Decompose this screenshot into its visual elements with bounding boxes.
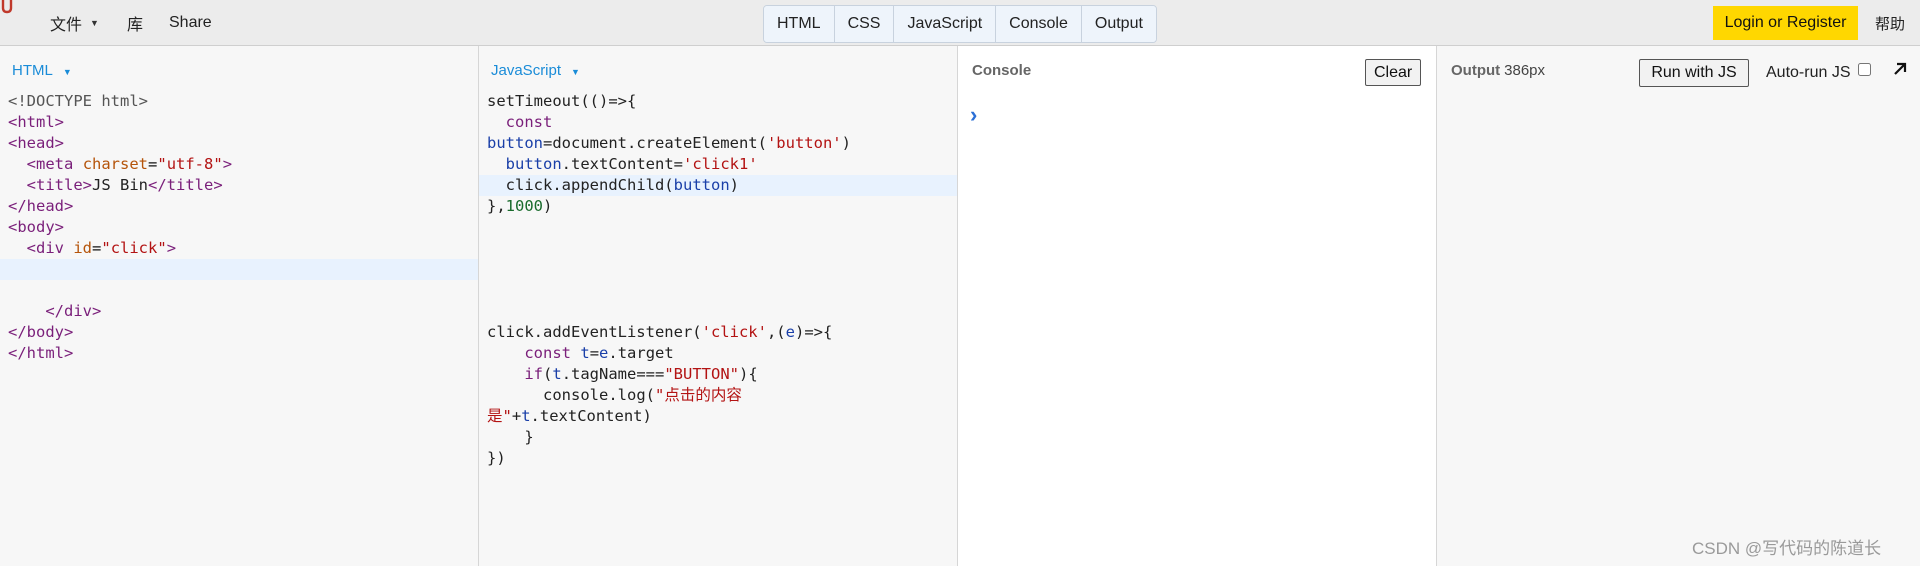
- share-menu[interactable]: Share: [169, 0, 212, 46]
- code-line: }): [487, 449, 506, 467]
- output-pane: Output 386px Run with JS Auto-run JS: [1437, 46, 1920, 566]
- code-line: <meta charset="utf-8">: [26, 155, 233, 173]
- code-line: <title>JS Bin</title>: [26, 176, 223, 194]
- output-title: Output 386px: [1451, 62, 1545, 79]
- html-pane-label: HTML: [12, 62, 53, 79]
- code-line: },1000): [487, 197, 553, 215]
- javascript-editor-pane: JavaScript ▼ setTimeout(()=>{ const butto…: [479, 46, 958, 566]
- js-pane-label: JavaScript: [491, 62, 562, 79]
- popout-arrow-icon[interactable]: [1891, 60, 1909, 78]
- html-pane-selector[interactable]: HTML ▼: [12, 62, 72, 79]
- code-line: <div id="click">: [26, 239, 177, 257]
- code-line: button.textContent='click1': [505, 155, 758, 173]
- console-pane: Console Clear ›: [958, 46, 1437, 566]
- code-line: <html>: [8, 113, 64, 131]
- file-menu-label: 文件: [50, 17, 83, 34]
- code-line: console.log("点击的内容: [543, 386, 742, 404]
- code-line: </div>: [45, 302, 102, 320]
- javascript-code-editor[interactable]: setTimeout(()=>{ const button=document.c…: [479, 91, 957, 469]
- code-line: </html>: [8, 344, 74, 362]
- clear-console-button[interactable]: Clear: [1365, 59, 1422, 86]
- html-editor-pane: HTML ▼ <!DOCTYPE html> <html> <head> <met…: [0, 46, 479, 566]
- auto-run-js-label: Auto-run JS: [1766, 64, 1851, 81]
- auto-run-js-checkbox[interactable]: [1858, 62, 1872, 76]
- code-line: const: [505, 113, 553, 131]
- code-line: </body>: [8, 323, 74, 341]
- code-line: <!DOCTYPE html>: [8, 92, 148, 110]
- console-title: Console: [972, 62, 1032, 79]
- html-code-editor[interactable]: <!DOCTYPE html> <html> <head> <meta char…: [0, 91, 478, 364]
- console-prompt-icon[interactable]: ›: [970, 102, 977, 128]
- help-menu[interactable]: 帮助: [1875, 0, 1905, 46]
- file-menu[interactable]: 文件 ▼: [50, 0, 99, 46]
- output-title-label: Output: [1451, 62, 1501, 79]
- code-line: 是"+t.textContent): [487, 407, 652, 425]
- tab-output[interactable]: Output: [1081, 6, 1156, 42]
- library-menu-label: 库: [127, 17, 144, 34]
- code-line-active: click.appendChild(button): [479, 175, 957, 196]
- auto-run-js-toggle[interactable]: Auto-run JS: [1766, 60, 1872, 86]
- top-bar: 文件 ▼ 库 Share HTML CSS JavaScript Console…: [0, 0, 1920, 46]
- tab-css[interactable]: CSS: [834, 6, 895, 42]
- csdn-watermark: CSDN @写代码的陈道长: [1692, 539, 1882, 558]
- caret-down-icon: ▼: [62, 67, 72, 77]
- code-line: <head>: [8, 134, 64, 152]
- code-line: if(t.tagName==="BUTTON"){: [524, 365, 758, 383]
- login-register-button[interactable]: Login or Register: [1713, 6, 1858, 40]
- js-pane-selector[interactable]: JavaScript ▼: [491, 62, 580, 79]
- code-line: const t=e.target: [524, 344, 674, 362]
- caret-down-icon: ▼: [571, 67, 580, 77]
- library-menu[interactable]: 库: [127, 0, 143, 46]
- tab-console[interactable]: Console: [996, 6, 1082, 42]
- jsbin-logo-icon[interactable]: [0, 0, 14, 14]
- code-line: <body>: [8, 218, 64, 236]
- code-line-active: [0, 259, 478, 280]
- tab-html[interactable]: HTML: [764, 6, 835, 42]
- tab-javascript[interactable]: JavaScript: [894, 6, 997, 42]
- code-line: setTimeout(()=>{: [487, 92, 637, 110]
- code-line: button=document.createElement('button'): [487, 134, 851, 152]
- run-with-js-button[interactable]: Run with JS: [1639, 59, 1749, 87]
- code-line: </head>: [8, 197, 74, 215]
- panel-toggle-group: HTML CSS JavaScript Console Output: [763, 5, 1157, 43]
- output-width: 386px: [1504, 62, 1546, 79]
- code-line: click.addEventListener('click',(e)=>{: [487, 323, 833, 341]
- caret-down-icon: ▼: [90, 18, 99, 28]
- code-line: }: [524, 428, 534, 446]
- share-menu-label: Share: [169, 14, 212, 31]
